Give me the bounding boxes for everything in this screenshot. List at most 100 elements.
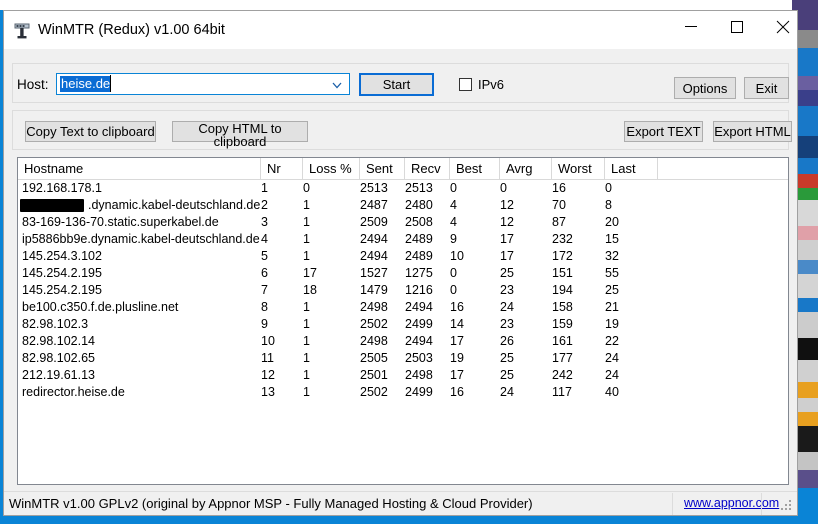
table-row[interactable]: 82.98.102.3 9 1 2502 2499 14 23 159 19 [18,316,788,333]
exit-button[interactable]: Exit [744,77,789,99]
cell-best: 0 [450,181,457,195]
cell-recv: 2508 [405,215,433,229]
table-row[interactable]: 83-169-136-70.static.superkabel.de 3 1 2509… [18,214,788,231]
cell-best: 10 [450,249,464,263]
cell-worst: 194 [552,283,573,297]
cell-hostname: 212.19.61.13 [22,368,95,382]
cell-best: 4 [450,198,457,212]
cell-sent: 2513 [360,181,388,195]
cell-worst: 87 [552,215,566,229]
ipv6-checkbox-box[interactable] [459,78,472,91]
cell-worst: 151 [552,266,573,280]
cell-loss: 1 [303,232,310,246]
ipv6-label: IPv6 [478,77,505,92]
cell-recv: 1275 [405,266,433,280]
column-header-nr[interactable]: Nr [261,158,303,179]
appnor-website-link[interactable]: www.appnor.com [684,496,779,510]
table-row[interactable]: ip5886bb9e.dynamic.kabel-deutschland.de 4… [18,231,788,248]
start-button[interactable]: Start [359,73,434,96]
cell-nr: 10 [261,334,275,348]
copy-html-to-clipboard-button[interactable]: Copy HTML to clipboard [172,121,308,148]
column-header-worst[interactable]: Worst [552,158,605,179]
cell-hostname: 145.254.2.195 [22,266,102,280]
minimize-button[interactable] [668,11,714,42]
ipv6-checkbox[interactable]: IPv6 [459,77,504,92]
export-text-button[interactable]: Export TEXT [624,121,703,142]
cell-hostname: 145.254.2.195 [22,283,102,297]
title-bar[interactable]: WinMTR (Redux) v1.00 64bit [4,11,797,49]
cell-recv: 2480 [405,198,433,212]
table-row[interactable]: .dynamic.kabel-deutschland.de 2 1 2487 2480 4… [18,197,788,214]
table-row[interactable]: 145.254.2.195 7 18 1479 1216 0 23 194 25 [18,282,788,299]
cell-sent: 2502 [360,385,388,399]
cell-avrg: 24 [500,300,514,314]
cell-avrg: 0 [500,181,507,195]
export-html-button[interactable]: Export HTML [713,121,792,142]
cell-loss: 0 [303,181,310,195]
cell-nr: 11 [261,351,274,365]
table-row[interactable]: redirector.heise.de 13 1 2502 2499 16 24 117 40 [18,384,788,401]
cell-avrg: 26 [500,334,514,348]
cell-recv: 2513 [405,181,433,195]
cell-best: 16 [450,385,464,399]
host-combobox[interactable]: heise.de [56,73,350,95]
maximize-button[interactable] [714,11,760,42]
cell-sent: 2498 [360,334,388,348]
cell-best: 19 [450,351,464,365]
traceroute-listview[interactable]: Hostname Nr Loss % Sent Recv Best Avrg Worst Las… [17,157,789,485]
cell-loss: 1 [303,198,310,212]
cell-sent: 2494 [360,249,388,263]
cell-avrg: 17 [500,249,514,263]
cell-worst: 158 [552,300,573,314]
cell-worst: 177 [552,351,573,365]
cell-loss: 1 [303,215,310,229]
column-header-best[interactable]: Best [450,158,500,179]
cell-worst: 232 [552,232,573,246]
cell-avrg: 23 [500,317,514,331]
cell-hostname: 82.98.102.3 [22,317,89,331]
column-header-loss[interactable]: Loss % [303,158,360,179]
status-text: WinMTR v1.00 GPLv2 (original by Appnor M… [9,496,533,511]
status-bar: WinMTR v1.00 GPLv2 (original by Appnor M… [4,491,797,515]
cell-avrg: 25 [500,266,514,280]
cell-sent: 2501 [360,368,388,382]
table-row[interactable]: 82.98.102.14 10 1 2498 2494 17 26 161 22 [18,333,788,350]
host-input-value[interactable]: heise.de [60,76,112,92]
winmtr-app-icon [13,22,31,40]
cell-last: 55 [605,266,619,280]
column-header-last[interactable]: Last [605,158,658,179]
table-row[interactable]: 145.254.2.195 6 17 1527 1275 0 25 151 55 [18,265,788,282]
cell-loss: 18 [303,283,317,297]
chevron-down-icon[interactable] [331,78,343,90]
resize-grip[interactable] [781,500,793,512]
table-row[interactable]: 82.98.102.65 11 1 2505 2503 19 25 177 24 [18,350,788,367]
close-button[interactable] [760,11,806,42]
cell-sent: 2509 [360,215,388,229]
cell-worst: 161 [552,334,573,348]
cell-last: 40 [605,385,619,399]
cell-last: 21 [605,300,619,314]
cell-last: 15 [605,232,619,246]
window-title: WinMTR (Redux) v1.00 64bit [38,22,225,38]
cell-nr: 7 [261,283,268,297]
copy-text-to-clipboard-button[interactable]: Copy Text to clipboard [25,121,156,142]
cell-loss: 1 [303,385,310,399]
cell-nr: 8 [261,300,268,314]
table-row[interactable]: be100.c350.f.de.plusline.net 8 1 2498 2494 16… [18,299,788,316]
column-header-recv[interactable]: Recv [405,158,450,179]
cell-last: 8 [605,198,612,212]
table-row[interactable]: 192.168.178.1 1 0 2513 2513 0 0 16 0 [18,180,788,197]
table-row[interactable]: 212.19.61.13 12 1 2501 2498 17 25 242 24 [18,367,788,384]
column-header-hostname[interactable]: Hostname [18,158,261,179]
screen: WinMTR (Redux) v1.00 64bit Host: heise.d… [0,0,818,524]
status-separator-2 [761,493,762,515]
column-header-avrg[interactable]: Avrg [500,158,552,179]
minimize-icon [685,26,697,27]
options-button[interactable]: Options [674,77,736,99]
table-row[interactable]: 145.254.3.102 5 1 2494 2489 10 17 172 32 [18,248,788,265]
cell-recv: 2489 [405,232,433,246]
cell-best: 0 [450,283,457,297]
column-header-sent[interactable]: Sent [360,158,405,179]
cell-loss: 1 [303,334,310,348]
cell-best: 17 [450,334,464,348]
